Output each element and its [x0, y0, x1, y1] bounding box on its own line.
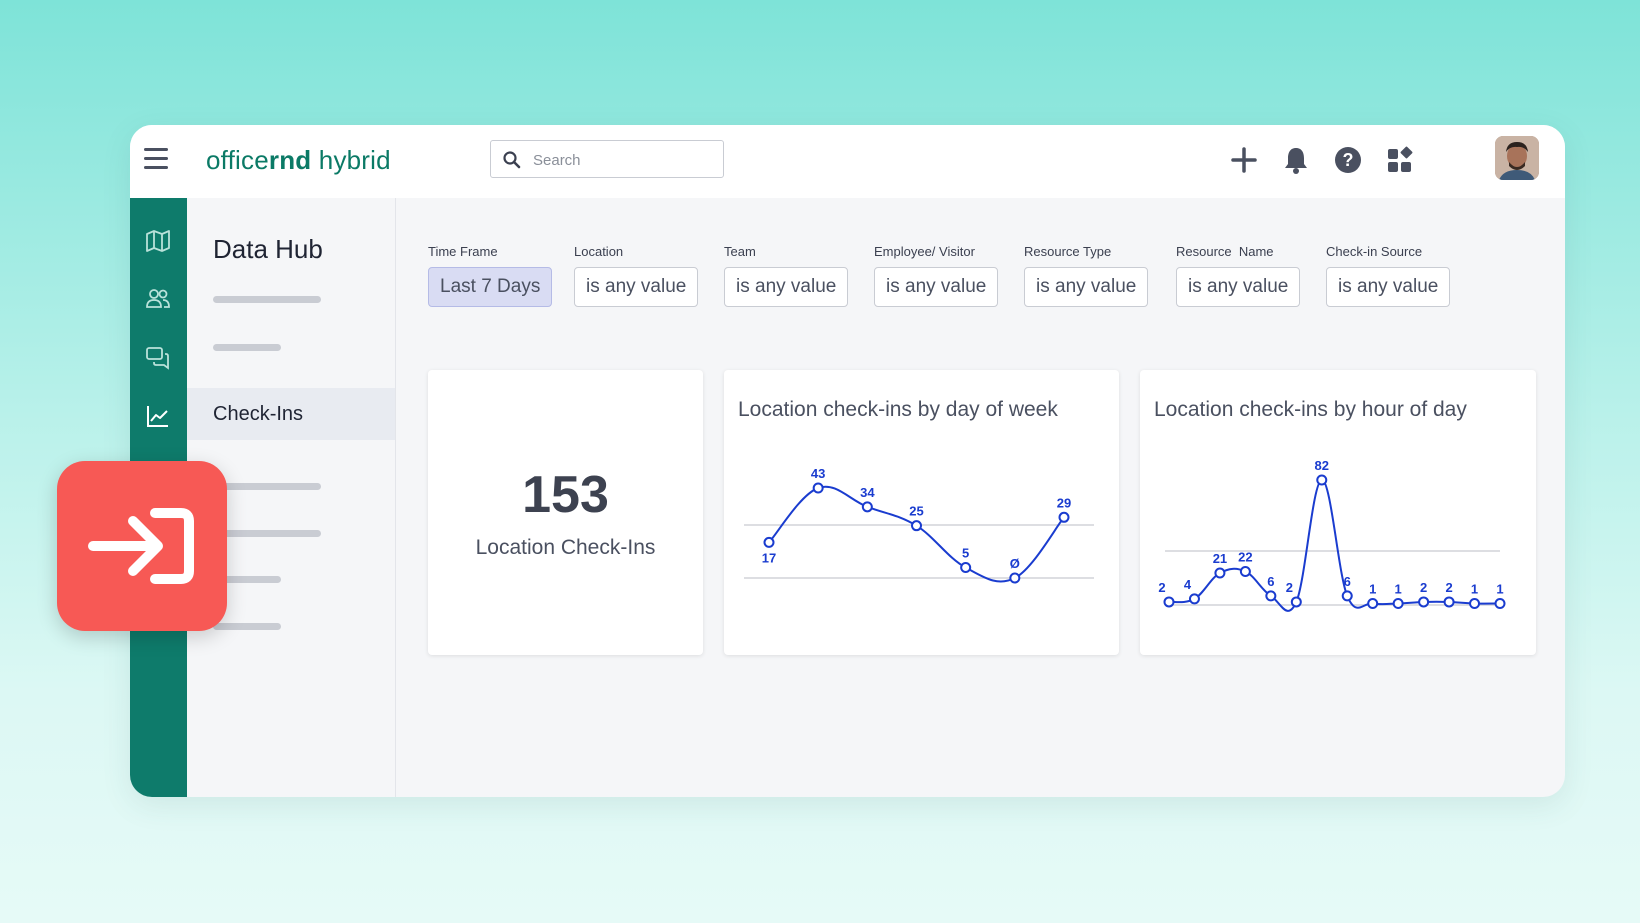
data-point[interactable]	[1469, 597, 1481, 609]
data-label: 1	[1369, 581, 1376, 596]
employee-visitor-dropdown[interactable]: is any value	[874, 267, 999, 307]
kpi-label: Location Check-Ins	[475, 536, 656, 559]
data-label: 4	[1184, 577, 1192, 592]
app-logo[interactable]: officernd hybrid	[206, 145, 391, 176]
filter-check-in-source: Check-in Source is any value	[1326, 244, 1451, 307]
check-in-badge	[57, 461, 227, 631]
day-of-week-chart: 17 43 34 25 5 Ø 29	[744, 466, 1094, 584]
filter-resource-name: Resource Name is any value	[1176, 244, 1301, 307]
nav-placeholder-4[interactable]	[213, 530, 321, 537]
data-point[interactable]	[812, 482, 824, 494]
filter-team: Team is any value	[724, 244, 849, 307]
filter-location: Location is any value	[574, 244, 699, 307]
data-point[interactable]	[861, 501, 873, 513]
bell-icon[interactable]	[1280, 144, 1312, 176]
app-window: officernd hybrid ?	[130, 125, 1565, 797]
chat-icon[interactable]	[144, 344, 172, 372]
data-point[interactable]	[763, 536, 775, 548]
data-label: 1	[1496, 581, 1503, 596]
data-point[interactable]	[1009, 572, 1021, 584]
data-point[interactable]	[1418, 596, 1430, 608]
data-point[interactable]	[911, 520, 922, 532]
data-label: 21	[1213, 551, 1227, 566]
data-point[interactable]	[1290, 596, 1302, 608]
data-label: 29	[1057, 495, 1071, 510]
resource-type-dropdown[interactable]: is any value	[1024, 267, 1149, 307]
filter-label: Time Frame	[428, 244, 498, 259]
subnav-item-check-ins[interactable]: Check-Ins	[187, 388, 395, 440]
map-icon[interactable]	[144, 227, 172, 255]
help-icon[interactable]: ?	[1332, 144, 1364, 176]
data-point[interactable]	[1214, 567, 1226, 579]
nav-placeholder-3[interactable]	[213, 483, 321, 490]
data-label: 2	[1445, 580, 1452, 595]
data-point[interactable]	[1443, 596, 1455, 608]
user-avatar[interactable]	[1495, 136, 1539, 180]
data-point[interactable]	[1265, 590, 1277, 602]
data-label: 34	[860, 485, 875, 500]
chart-icon[interactable]	[144, 402, 172, 430]
data-label: 1	[1395, 581, 1402, 596]
top-bar: officernd hybrid ?	[130, 125, 1565, 198]
hour-of-day-chart: 2 421 226 28261 1 2 2 1 1	[1158, 458, 1506, 612]
data-point[interactable]	[1341, 590, 1353, 602]
data-label: 2	[1286, 580, 1293, 595]
time-frame-dropdown[interactable]: Last 7 Days	[428, 267, 553, 307]
data-label: 6	[1344, 574, 1351, 589]
people-icon[interactable]	[144, 285, 172, 313]
subnav-item-label: Check-Ins	[213, 403, 304, 425]
data-point[interactable]	[1392, 597, 1404, 609]
nav-placeholder-1[interactable]	[213, 296, 321, 303]
resource-name-dropdown[interactable]: is any value	[1176, 267, 1301, 307]
data-label: 6	[1267, 574, 1274, 589]
data-label: 25	[909, 504, 923, 519]
plus-icon[interactable]	[1228, 144, 1260, 176]
data-point[interactable]	[1239, 565, 1251, 577]
filter-label: Employee/ Visitor	[874, 244, 975, 259]
filter-label: Location	[574, 244, 624, 259]
data-label: 82	[1315, 458, 1329, 473]
page-title: Data Hub	[213, 234, 323, 264]
filter-label: Check-in Source	[1326, 244, 1423, 259]
filter-resource-type: Resource Type is any value	[1024, 244, 1149, 307]
kpi-card: 153 Location Check-Ins	[428, 370, 703, 655]
data-point[interactable]	[960, 562, 972, 574]
data-point[interactable]	[1163, 596, 1175, 608]
team-dropdown[interactable]: is any value	[724, 267, 849, 307]
data-label: 43	[811, 466, 825, 481]
data-point[interactable]	[1188, 593, 1200, 605]
data-label: 22	[1238, 549, 1252, 564]
filter-time-frame: Time Frame Last 7 Days	[428, 244, 553, 307]
data-point[interactable]	[1058, 511, 1070, 523]
chart-card-day-of-week: Location check-ins by day of week 17 43 34…	[724, 370, 1119, 655]
search-box[interactable]	[490, 140, 724, 178]
svg-text:?: ?	[1343, 150, 1354, 170]
filter-employee-visitor: Employee/ Visitor is any value	[874, 244, 999, 307]
nav-placeholder-2[interactable]	[213, 344, 281, 351]
filter-label: Resource Name	[1176, 244, 1274, 259]
data-label: 5	[962, 546, 969, 561]
search-input[interactable]	[531, 148, 715, 172]
search-icon	[503, 151, 521, 169]
apps-icon[interactable]	[1384, 144, 1416, 176]
main-content: Time Frame Last 7 Days Location is any v…	[395, 198, 1565, 797]
check-in-source-dropdown[interactable]: is any value	[1326, 267, 1451, 307]
data-point[interactable]	[1367, 597, 1379, 609]
location-dropdown[interactable]: is any value	[574, 267, 699, 307]
chart-card-hour-of-day: Location check-ins by hour of day 2 4 21 22…	[1140, 370, 1536, 655]
data-label: 2	[1420, 580, 1427, 595]
hamburger-menu-icon[interactable]	[144, 148, 168, 170]
data-point[interactable]	[1494, 597, 1506, 609]
kpi-value: 153	[522, 466, 609, 524]
data-label: 17	[762, 550, 776, 565]
data-point[interactable]	[1316, 474, 1328, 486]
data-label: 1	[1471, 581, 1478, 596]
data-label: Ø	[1010, 556, 1020, 571]
check-in-arrow-icon	[88, 508, 194, 584]
data-label: 2	[1158, 580, 1165, 595]
filter-label: Resource Type	[1024, 244, 1112, 259]
filter-label: Team	[724, 244, 756, 259]
